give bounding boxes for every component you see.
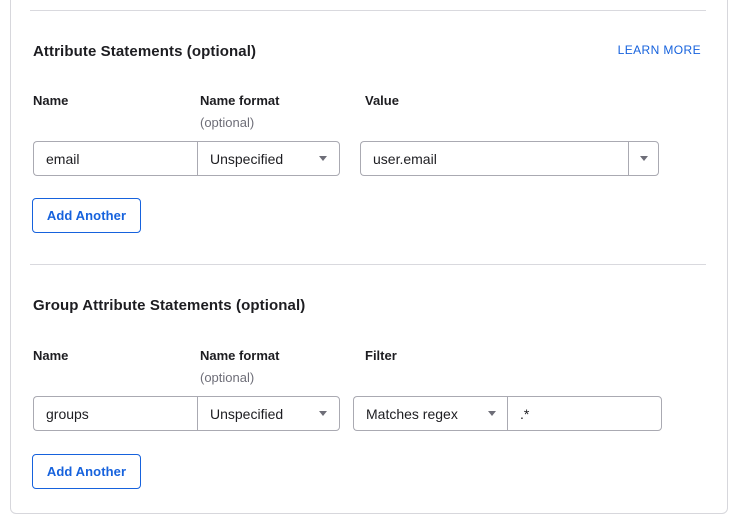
attr-add-another-button[interactable]: Add Another — [32, 198, 141, 233]
attr-value-input[interactable] — [360, 141, 629, 176]
dropdown-arrow-icon — [319, 156, 327, 161]
group-col-name-format-note: (optional) — [200, 370, 254, 385]
attr-name-input[interactable] — [33, 141, 198, 176]
dropdown-arrow-icon — [319, 411, 327, 416]
saml-settings-panel: Attribute Statements (optional) LEARN MO… — [0, 0, 737, 530]
attr-value-dropdown-button[interactable] — [628, 141, 659, 176]
attr-name-format-select[interactable]: Unspecified — [197, 141, 340, 176]
group-filter-type-select[interactable]: Matches regex — [353, 396, 508, 431]
group-col-name-label: Name — [33, 348, 68, 363]
attr-name-format-selected-value: Unspecified — [210, 151, 283, 167]
group-name-input[interactable] — [33, 396, 198, 431]
group-filter-type-selected-value: Matches regex — [366, 406, 458, 422]
attr-col-name-format-note: (optional) — [200, 115, 254, 130]
group-col-name-format-label: Name format — [200, 348, 279, 363]
group-attribute-statements-title: Group Attribute Statements (optional) — [33, 297, 305, 314]
attr-col-name-label: Name — [33, 93, 68, 108]
group-name-format-selected-value: Unspecified — [210, 406, 283, 422]
attr-col-name-format-label: Name format — [200, 93, 279, 108]
section-divider-middle — [30, 264, 706, 265]
section-divider-top — [30, 10, 706, 11]
group-col-filter-label: Filter — [365, 348, 397, 363]
settings-card — [10, 0, 728, 514]
attribute-statements-title: Attribute Statements (optional) — [33, 43, 256, 60]
group-filter-value-input[interactable] — [507, 396, 662, 431]
group-add-another-button[interactable]: Add Another — [32, 454, 141, 489]
group-name-format-select[interactable]: Unspecified — [197, 396, 340, 431]
attr-col-value-label: Value — [365, 93, 399, 108]
dropdown-arrow-icon — [640, 156, 648, 161]
dropdown-arrow-icon — [488, 411, 496, 416]
learn-more-link[interactable]: LEARN MORE — [618, 43, 701, 57]
